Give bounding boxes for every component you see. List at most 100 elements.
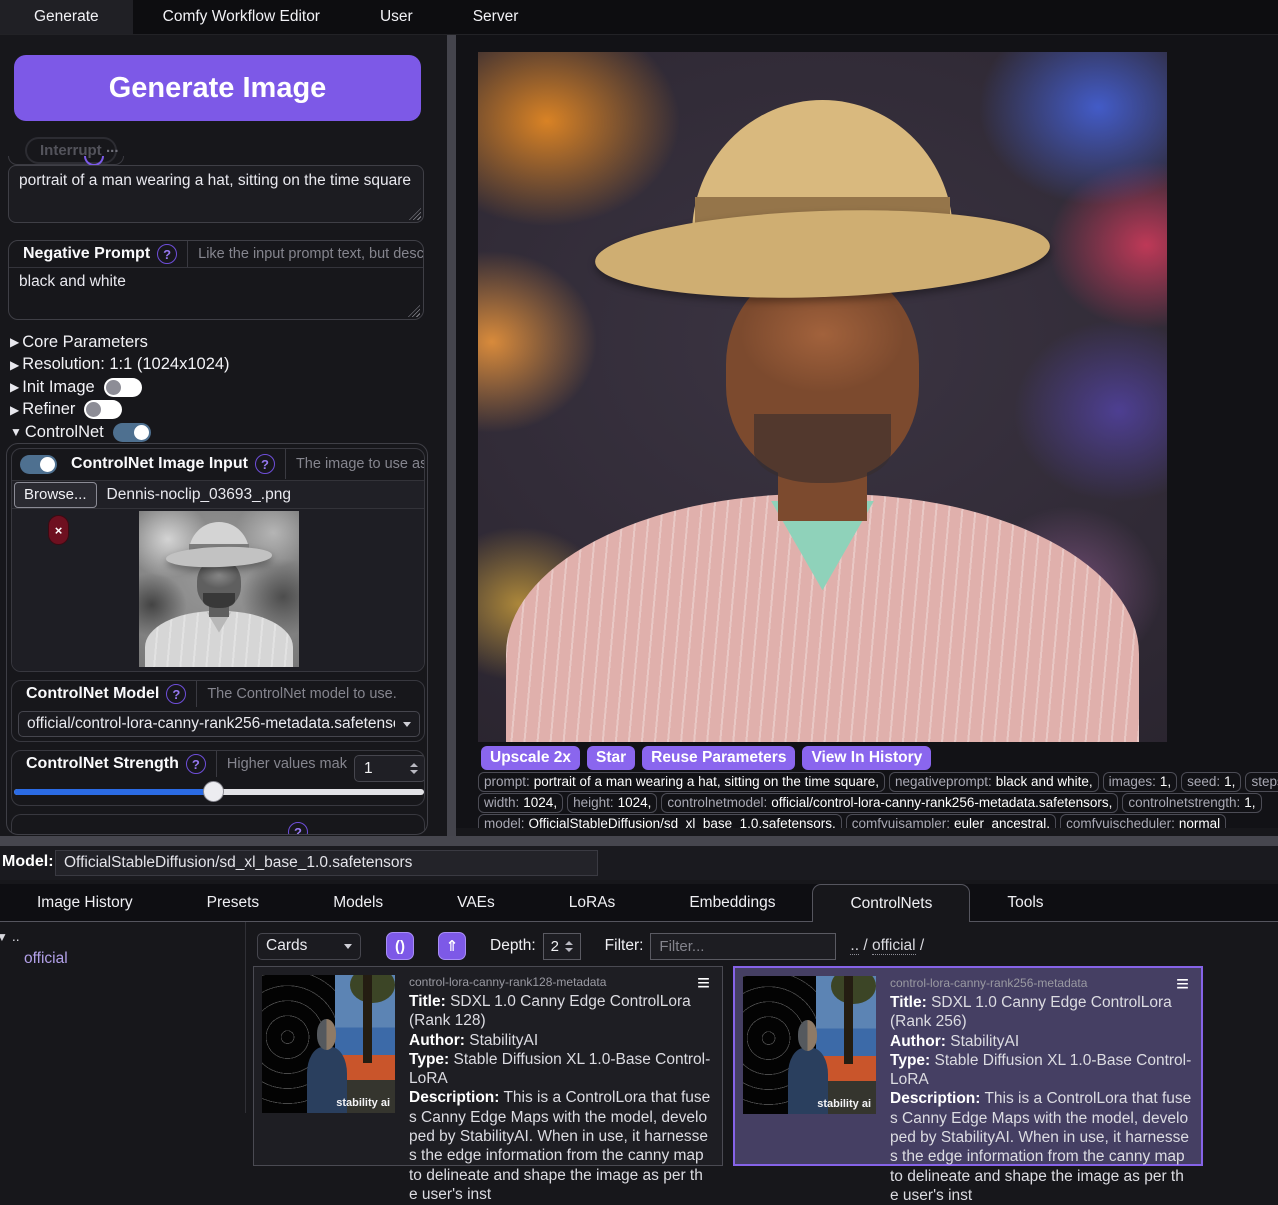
view-mode-select[interactable]: Cards (257, 933, 361, 960)
refiner-toggle[interactable] (84, 400, 122, 419)
negative-prompt-input[interactable] (9, 267, 423, 320)
negative-prompt-label: Negative Prompt (23, 245, 150, 263)
refresh-button[interactable]: () (386, 932, 414, 960)
view-in-history-button[interactable]: View In History (802, 746, 931, 770)
metadata-chip: height:1024, (567, 793, 657, 813)
generated-image[interactable] (478, 52, 1167, 742)
number-spinner[interactable] (410, 763, 418, 774)
tree-folder-official[interactable]: official (24, 950, 68, 968)
tab-comfy-workflow-editor[interactable]: Comfy Workflow Editor (133, 0, 350, 34)
init-image-toggle[interactable] (104, 378, 142, 397)
vertical-splitter[interactable] (447, 35, 456, 836)
breadcrumb: .. / official / (850, 937, 924, 955)
controlnet-model-select[interactable]: official/control-lora-canny-rank256-meta… (18, 711, 420, 737)
generate-image-button[interactable]: Generate Image (14, 55, 421, 121)
card-menu-icon[interactable]: ≡ (697, 973, 710, 993)
negative-prompt-hint: Like the input prompt text, but descri (198, 246, 423, 262)
metadata-chip: comfyuischeduler:normal (1060, 814, 1226, 828)
card-text: control-lora-canny-rank128-metadata Titl… (409, 971, 711, 1161)
card-menu-icon[interactable]: ≡ (1176, 974, 1189, 994)
controlnet-strength-number-input[interactable]: 1 (354, 755, 425, 782)
metadata-chip: controlnetstrength:1, (1122, 793, 1261, 813)
remove-image-button[interactable]: × (48, 515, 69, 545)
help-icon[interactable]: ? (255, 454, 275, 474)
controlnet-model-value: official/control-lora-canny-rank256-meta… (19, 715, 395, 733)
metadata-chip: comfyuisampler:euler_ancestral, (846, 814, 1056, 828)
section-controlnet[interactable]: ▼ ControlNet (10, 421, 230, 444)
depth-number-input[interactable]: 2 (543, 933, 581, 960)
section-label: Resolution: 1:1 (1024x1024) (22, 355, 229, 374)
number-spinner[interactable] (565, 941, 573, 952)
more-options-button[interactable]: ... (106, 139, 119, 156)
divider (187, 241, 188, 267)
tab-image-history[interactable]: Image History (0, 884, 170, 921)
slider-knob[interactable] (203, 781, 224, 802)
chevron-right-icon: ▶ (10, 358, 19, 372)
depth-label: Depth: (490, 937, 536, 955)
metadata-chip: model:OfficialStableDiffusion/sd_xl_base… (478, 814, 842, 828)
controlnet-toggle[interactable] (113, 423, 151, 442)
chevron-down-icon: ▼ (10, 425, 22, 439)
section-resolution[interactable]: ▶ Resolution: 1:1 (1024x1024) (10, 354, 230, 377)
controlnet-model-block: ControlNet Model ? The ControlNet model … (11, 680, 425, 742)
controlnet-input-image-thumbnail[interactable] (139, 511, 299, 667)
horizontal-splitter[interactable] (0, 836, 1278, 846)
card-thumbnail: stability ai (262, 975, 395, 1113)
bottom-tab-bar: Image History Presets Models VAEs LoRAs … (0, 884, 1278, 922)
chevron-right-icon: ▶ (10, 335, 19, 349)
spin-up-icon (565, 941, 573, 945)
refresh-icon: () (395, 938, 405, 955)
controlnet-card-rank128[interactable]: stability ai control-lora-canny-rank128-… (253, 966, 723, 1166)
browser-toolbar: Cards () ⇑ Depth: 2 Filter: .. / officia… (257, 932, 924, 960)
filter-label: Filter: (605, 937, 644, 955)
section-refiner[interactable]: ▶ Refiner (10, 399, 230, 422)
star-button[interactable]: Star (587, 746, 635, 770)
upscale-2x-button[interactable]: Upscale 2x (481, 746, 580, 770)
top-nav: Generate Comfy Workflow Editor User Serv… (0, 0, 1278, 35)
section-core-parameters[interactable]: ▶ Core Parameters (10, 331, 230, 354)
controlnet-image-input-label: ControlNet Image Input (71, 455, 248, 473)
help-icon[interactable]: ? (186, 754, 206, 774)
reuse-parameters-button[interactable]: Reuse Parameters (642, 746, 795, 770)
tree-up-item[interactable]: ▼.. (0, 928, 20, 944)
tab-controlnets[interactable]: ControlNets (812, 884, 970, 922)
controlnet-image-input-toggle[interactable] (20, 455, 57, 474)
tab-models[interactable]: Models (296, 884, 420, 921)
chevron-right-icon: ▶ (10, 403, 19, 417)
model-input[interactable] (55, 850, 598, 876)
help-icon: ? (288, 822, 308, 835)
spin-up-icon (410, 763, 418, 767)
tab-tools[interactable]: Tools (970, 884, 1080, 921)
tab-embeddings[interactable]: Embeddings (652, 884, 812, 921)
metadata-chip: width:1024, (478, 793, 563, 813)
prompt-field-wrap (8, 165, 424, 223)
controlnet-strength-label: ControlNet Strength (26, 755, 179, 773)
tab-server[interactable]: Server (443, 0, 549, 34)
model-cards-row: stability ai control-lora-canny-rank128-… (253, 966, 1203, 1166)
controlnet-strength-slider[interactable] (14, 789, 424, 795)
controlnet-card-rank256[interactable]: stability ai control-lora-canny-rank256-… (733, 966, 1203, 1166)
tab-user[interactable]: User (350, 0, 443, 34)
help-icon[interactable]: ? (166, 684, 186, 704)
next-parameter-clipped: ? (11, 814, 425, 835)
breadcrumb-official-link[interactable]: official (872, 937, 916, 955)
filter-input[interactable] (650, 933, 836, 960)
tab-generate[interactable]: Generate (0, 0, 133, 34)
breadcrumb-up-link[interactable]: .. (850, 937, 859, 955)
controlnet-strength-block: ControlNet Strength ? Higher values mak … (11, 750, 425, 806)
tab-loras[interactable]: LoRAs (532, 884, 653, 921)
help-icon[interactable]: ? (157, 244, 177, 264)
controlnet-model-hint: The ControlNet model to use. (207, 686, 396, 702)
parameter-sections: ▶ Core Parameters ▶ Resolution: 1:1 (102… (10, 331, 230, 444)
prompt-input[interactable] (8, 165, 424, 223)
up-arrow-icon: ⇑ (446, 937, 459, 955)
section-init-image[interactable]: ▶ Init Image (10, 376, 230, 399)
upload-button[interactable]: ⇑ (438, 932, 466, 960)
tab-vaes[interactable]: VAEs (420, 884, 532, 921)
negative-prompt-block: Negative Prompt ? Like the input prompt … (8, 240, 424, 320)
controlnet-image-input-hint: The image to use as (296, 456, 424, 472)
tab-presets[interactable]: Presets (170, 884, 297, 921)
controlnet-group: ControlNet Image Input ? The image to us… (6, 443, 428, 835)
browse-button[interactable]: Browse... (14, 482, 97, 508)
metadata-chip: prompt:portrait of a man wearing a hat, … (478, 772, 885, 792)
